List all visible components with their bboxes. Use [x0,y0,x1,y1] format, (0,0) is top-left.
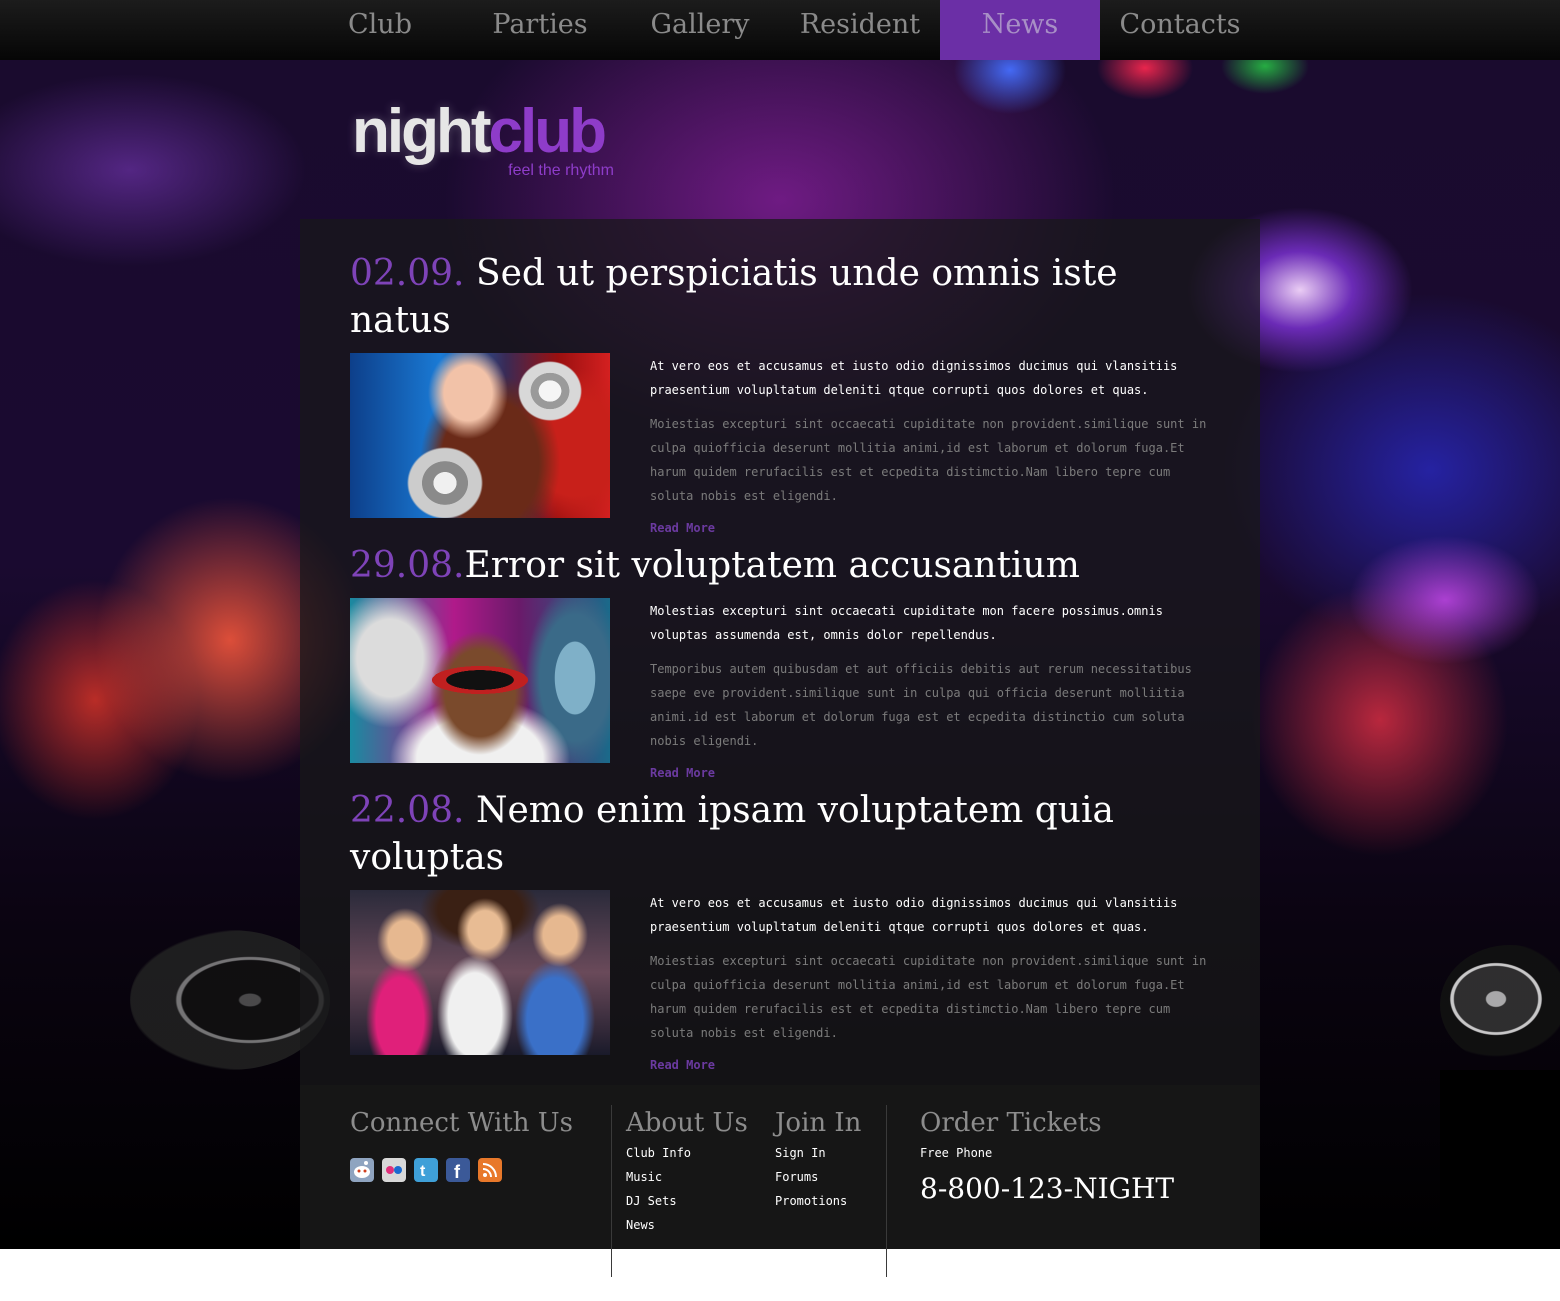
post-text: Molestias excepturi sint occaecati cupid… [650,599,1220,753]
post-lead: At vero eos et accusamus et iusto odio d… [650,359,1178,397]
footer-heading: Join In [775,1108,862,1138]
phone-number[interactable]: 8-800-123-NIGHT [920,1171,1174,1207]
news-post: 02.09. Sed ut perspiciatis unde omnis is… [350,250,1220,540]
logo-word-club: club [488,97,607,166]
post-text: At vero eos et accusamus et iusto odio d… [650,354,1220,508]
post-title[interactable]: 02.09. Sed ut perspiciatis unde omnis is… [350,250,1220,344]
nav-item-gallery[interactable]: Gallery [620,0,780,60]
background-shadow [1440,1070,1560,1249]
post-title[interactable]: 29.08.Error sit voluptatem accusantium [350,542,1220,589]
footer-divider [886,1105,887,1277]
news-post: 22.08. Nemo enim ipsam voluptatem quia v… [350,787,1220,1082]
post-date: 22.08. [350,790,465,831]
footer-link[interactable]: Sign In [775,1141,861,1165]
post-date: 29.08. [350,545,465,586]
reddit-icon[interactable] [350,1158,374,1182]
site-logo[interactable]: nightclub feel the rhythm [352,96,632,188]
logo-tagline: feel the rhythm [508,162,614,179]
nav-item-news[interactable]: News [940,0,1100,60]
footer-connect: Connect With Us [350,1105,573,1141]
post-title[interactable]: 22.08. Nemo enim ipsam voluptatem quia v… [350,787,1220,881]
nav-item-resident[interactable]: Resident [780,0,940,60]
post-image[interactable] [350,890,610,1055]
read-more-link[interactable]: Read More [650,521,715,535]
read-more-link[interactable]: Read More [650,766,715,780]
footer-tickets: Order Tickets Free Phone 8-800-123-NIGHT [920,1105,1174,1207]
footer-about: About Us Club Info Music DJ Sets News [626,1105,748,1237]
flickr-icon[interactable] [382,1158,406,1182]
footer-link[interactable]: Music [626,1165,748,1189]
post-title-text: Sed ut perspiciatis unde omnis iste natu… [350,253,1118,341]
svg-text:t: t [420,1163,426,1180]
nav-item-parties[interactable]: Parties [460,0,620,60]
turntable-right [1440,945,1560,1065]
footer-link[interactable]: Club Info [626,1141,748,1165]
footer-heading: Order Tickets [920,1108,1102,1138]
post-lead: At vero eos et accusamus et iusto odio d… [650,896,1178,934]
post-image[interactable] [350,598,610,763]
post-body: Moiestias excepturi sint occaecati cupid… [650,417,1207,503]
phone-label: Free Phone [920,1146,993,1160]
post-image[interactable] [350,353,610,518]
footer-link[interactable]: Promotions [775,1189,861,1213]
footer-join: Join In Sign In Forums Promotions [775,1105,861,1213]
facebook-icon[interactable]: f [446,1158,470,1182]
post-text: At vero eos et accusamus et iusto odio d… [650,891,1220,1045]
footer-heading: Connect With Us [350,1108,573,1138]
post-date: 02.09. [350,253,465,294]
top-navigation: Club Parties Gallery Resident News Conta… [0,0,1560,60]
news-post: 29.08.Error sit voluptatem accusantium M… [350,542,1220,787]
footer-link[interactable]: News [626,1213,748,1237]
nav-item-club[interactable]: Club [300,0,460,60]
read-more-link[interactable]: Read More [650,1058,715,1072]
footer-divider [611,1105,612,1277]
nav-item-contacts[interactable]: Contacts [1100,0,1260,60]
post-lead: Molestias excepturi sint occaecati cupid… [650,604,1163,642]
twitter-icon[interactable]: t [414,1158,438,1182]
footer-link[interactable]: DJ Sets [626,1189,748,1213]
post-title-text: Nemo enim ipsam voluptatem quia voluptas [350,790,1114,878]
logo-word-night: night [352,97,491,166]
rss-icon[interactable] [478,1158,502,1182]
post-title-text: Error sit voluptatem accusantium [464,545,1080,586]
footer-heading: About Us [626,1108,748,1138]
svg-text:f: f [454,1162,461,1182]
post-body: Temporibus autem quibusdam et aut offici… [650,662,1192,748]
post-body: Moiestias excepturi sint occaecati cupid… [650,954,1207,1040]
footer-link[interactable]: Forums [775,1165,861,1189]
